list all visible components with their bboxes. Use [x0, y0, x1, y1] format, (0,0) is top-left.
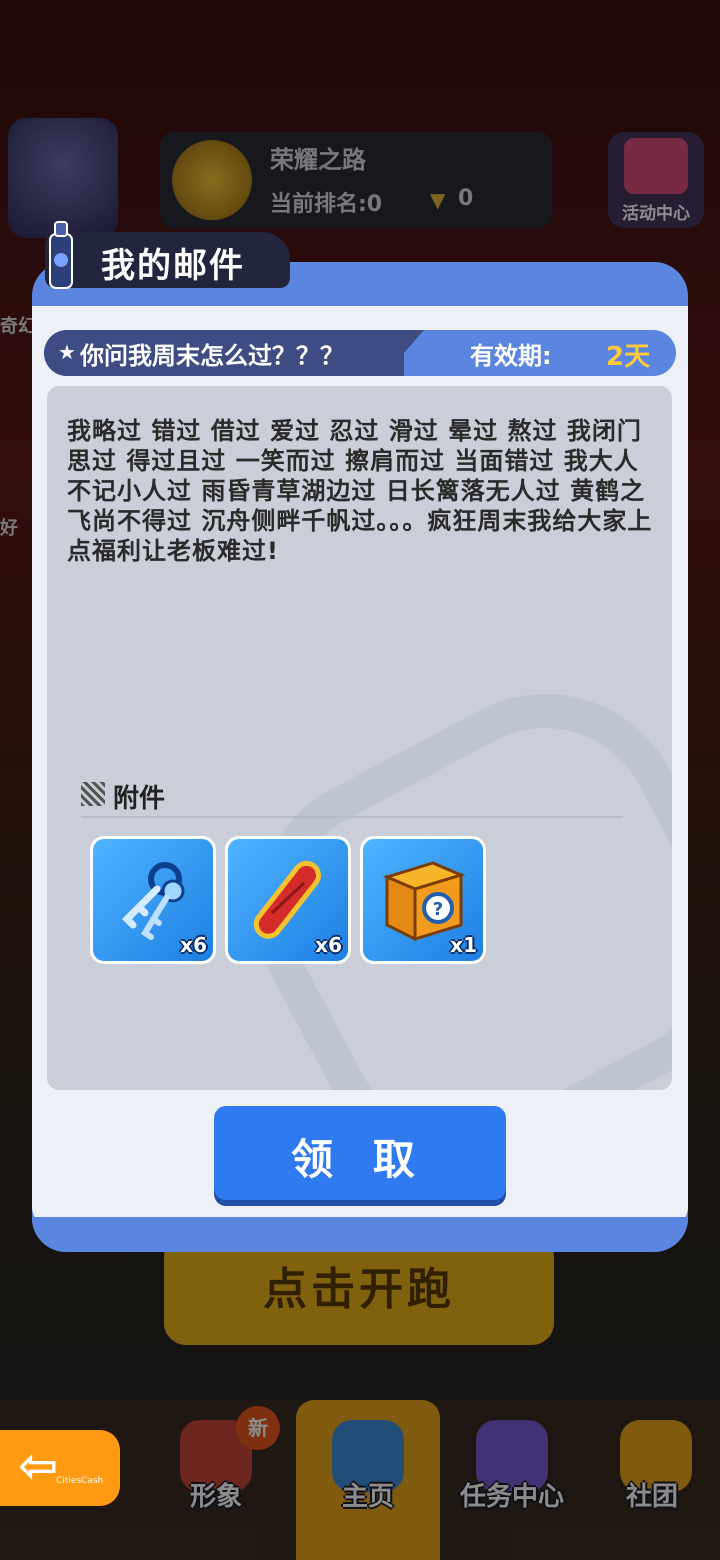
- keys-icon: [122, 862, 185, 940]
- attachment-item-mystery-box[interactable]: ? x1: [360, 836, 486, 964]
- back-arrow-icon: ⇦: [18, 1438, 59, 1494]
- attachments-label: 附件: [113, 784, 166, 814]
- validity-value: 2天: [606, 342, 651, 372]
- back-button[interactable]: ⇦ CitiesCash: [0, 1430, 120, 1506]
- svg-text:?: ?: [433, 899, 443, 920]
- attachment-qty: x6: [315, 933, 342, 957]
- back-tiny-text: CitiesCash: [56, 1476, 104, 1486]
- attachment-icon: [81, 782, 105, 806]
- dialog-bottom-band: [32, 1217, 688, 1252]
- validity-label: 有效期:: [470, 342, 552, 370]
- spray-can-icon: [49, 221, 73, 289]
- mail-content[interactable]: 我略过 错过 借过 爱过 忍过 滑过 晕过 熬过 我闭门思过 得过且过 一笑而过…: [47, 386, 672, 1090]
- hoverboard-icon: [253, 860, 321, 939]
- mail-subject: 你问我周末怎么过？？？: [80, 342, 344, 370]
- mail-title-tab: 我的邮件: [45, 232, 290, 288]
- attachment-item-hoverboard[interactable]: x6: [225, 836, 351, 964]
- attachment-item-keys[interactable]: x6: [90, 836, 216, 964]
- mail-body-text: 我略过 错过 借过 爱过 忍过 滑过 晕过 熬过 我闭门思过 得过且过 一笑而过…: [67, 417, 653, 565]
- claim-label: 领 取: [291, 1136, 429, 1183]
- attachment-qty: x1: [450, 933, 477, 957]
- subject-slant: [384, 330, 424, 376]
- subject-bar: ★ 你问我周末怎么过？？？ 有效期: 2天: [44, 330, 676, 376]
- attachments-divider: [81, 816, 623, 818]
- attachment-qty: x6: [180, 933, 207, 957]
- mail-title: 我的邮件: [101, 246, 245, 286]
- mystery-box-icon: ?: [382, 861, 466, 942]
- claim-button[interactable]: 领 取: [214, 1106, 506, 1200]
- star-icon: ★: [58, 340, 76, 364]
